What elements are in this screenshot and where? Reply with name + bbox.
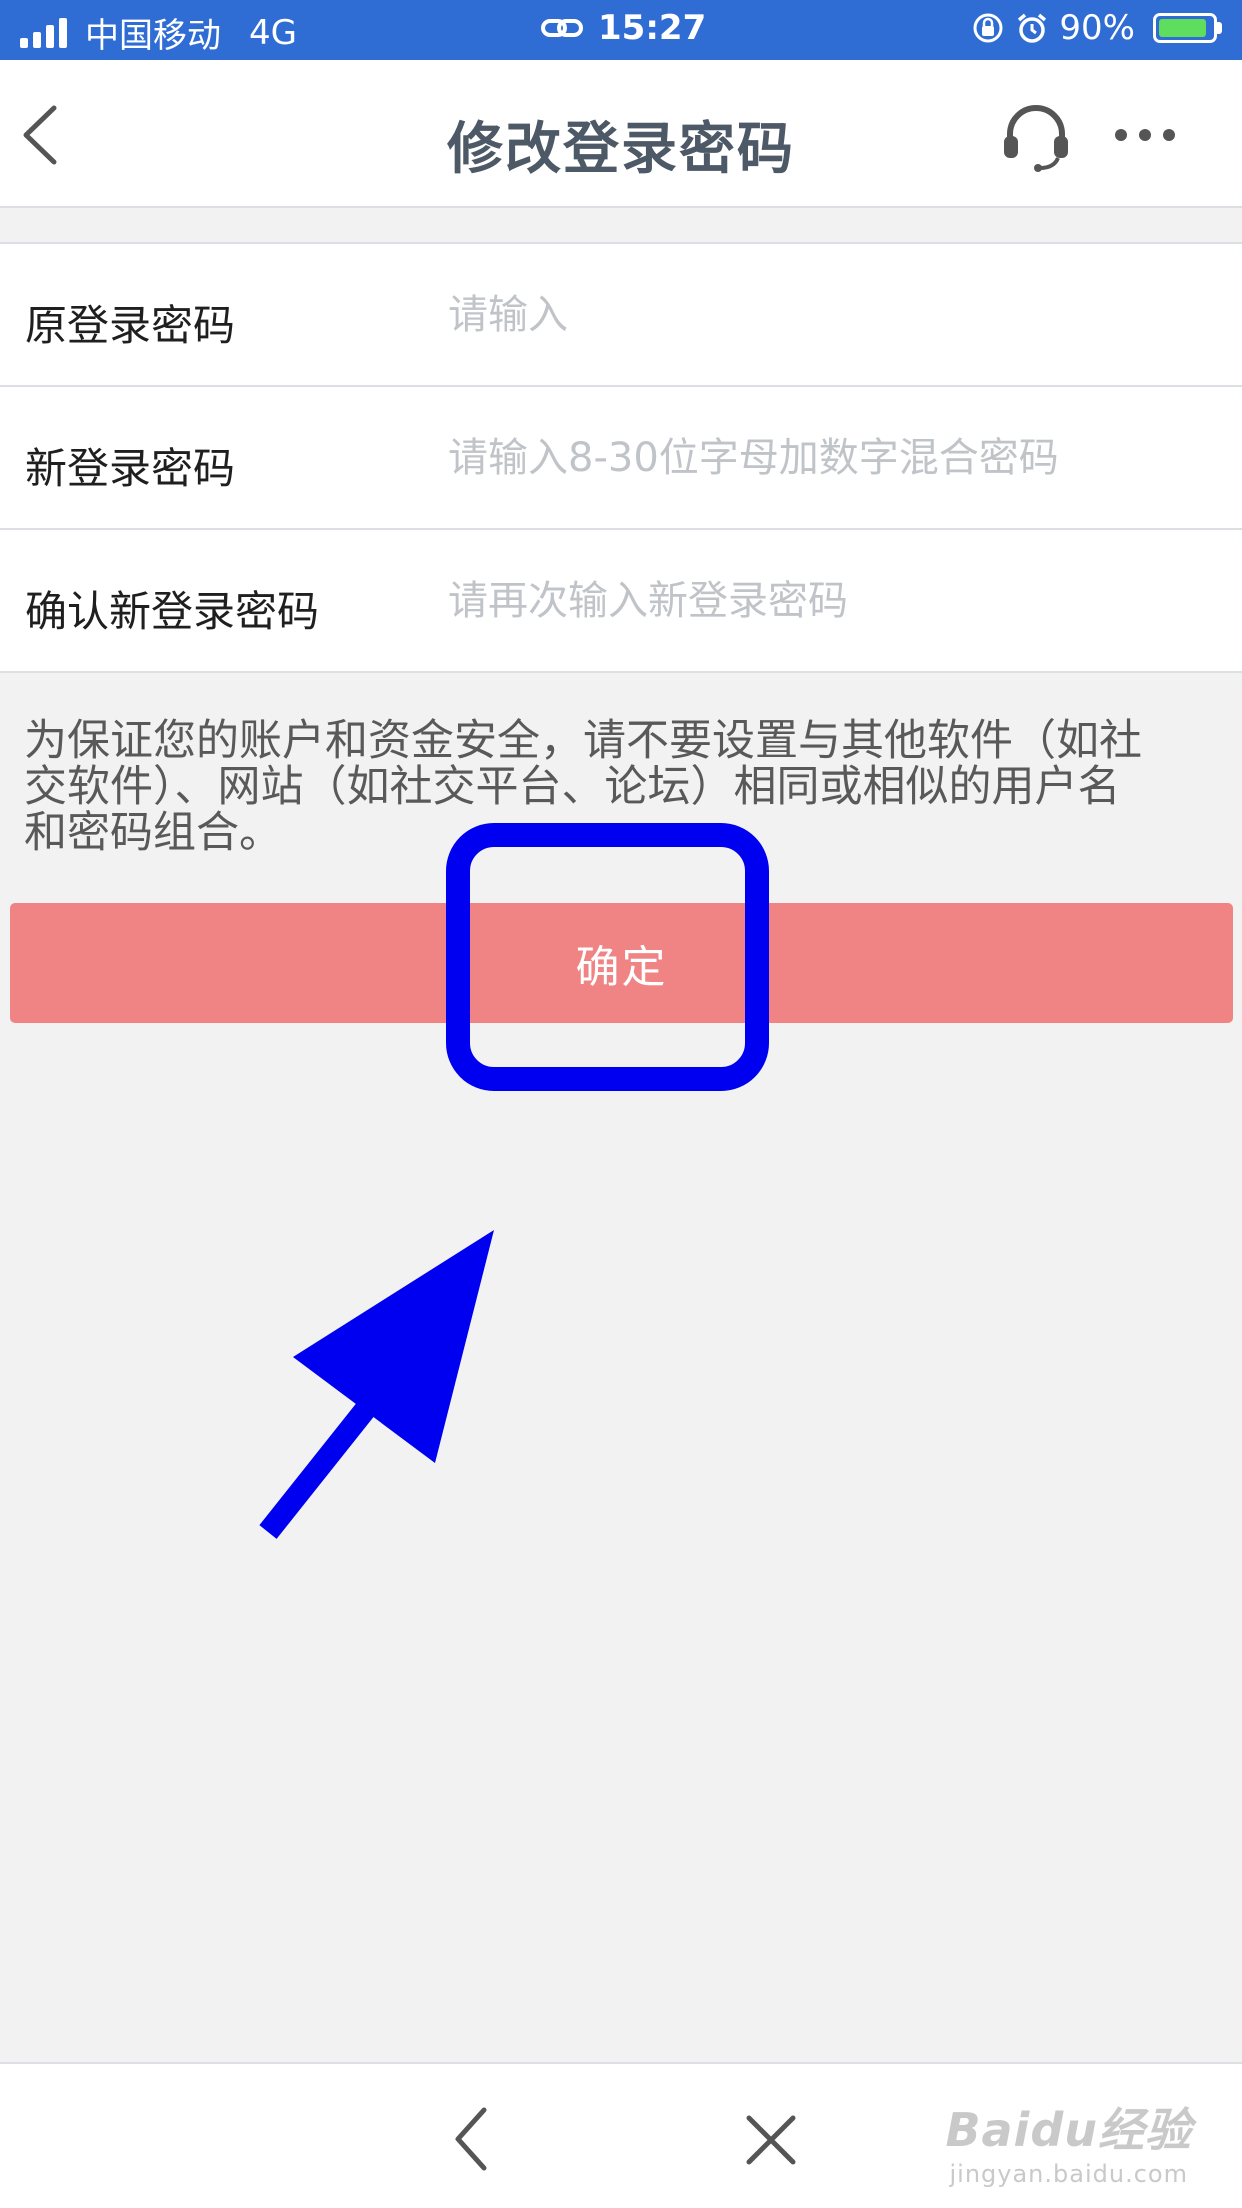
nav-bar: 修改登录密码 xyxy=(0,60,1242,208)
orientation-lock-icon xyxy=(973,13,1003,43)
status-right: 90% xyxy=(971,8,1222,48)
close-icon[interactable] xyxy=(745,2114,797,2166)
alarm-icon xyxy=(1018,13,1047,43)
signal-icon xyxy=(20,17,67,48)
link-icon xyxy=(541,19,583,37)
watermark-logo: Baidu经验 xyxy=(945,2103,1192,2157)
bottom-bar: Baidu经验 jingyan.baidu.com xyxy=(0,2062,1242,2208)
status-left: 中国移动 4G xyxy=(20,8,297,57)
confirm-password-row: 确认新登录密码 xyxy=(0,530,1242,673)
back-chevron-icon[interactable] xyxy=(448,2104,498,2174)
baidu-watermark: Baidu经验 jingyan.baidu.com xyxy=(945,2094,1192,2188)
headset-icon[interactable] xyxy=(1000,100,1072,172)
status-center: 15:27 xyxy=(540,8,706,48)
status-bar: 中国移动 4G 15:27 90% xyxy=(0,0,1242,60)
more-icon[interactable] xyxy=(1112,120,1178,150)
new-password-input[interactable] xyxy=(448,423,1208,493)
old-password-label: 原登录密码 xyxy=(25,301,236,350)
new-password-label: 新登录密码 xyxy=(25,444,236,493)
battery-percent: 90% xyxy=(1059,8,1135,48)
notice-line: 交软件）、网站（如社交平台、论坛）相同或相似的用户名 xyxy=(24,762,1121,812)
confirm-password-input[interactable] xyxy=(448,566,1208,636)
watermark-url: jingyan.baidu.com xyxy=(949,2160,1188,2188)
new-password-row: 新登录密码 xyxy=(0,387,1242,530)
annotation-arrow-icon xyxy=(259,1230,494,1539)
old-password-input[interactable] xyxy=(448,280,1208,350)
confirm-password-label: 确认新登录密码 xyxy=(25,587,320,636)
old-password-row: 原登录密码 xyxy=(0,244,1242,387)
network-type: 4G xyxy=(249,12,297,53)
clock: 15:27 xyxy=(598,8,707,48)
carrier-name: 中国移动 xyxy=(85,16,221,56)
password-form: 原登录密码 新登录密码 确认新登录密码 xyxy=(0,242,1242,673)
battery-charging-icon xyxy=(1153,13,1222,43)
notice-line: 为保证您的账户和资金安全，请不要设置与其他软件（如社 xyxy=(24,716,1142,766)
annotation-highlight-box xyxy=(446,823,769,1091)
